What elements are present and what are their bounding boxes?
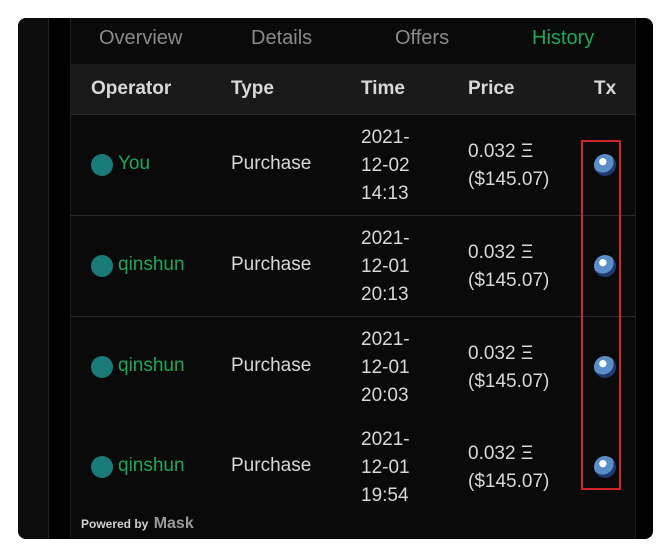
operator-link[interactable]: qinshun bbox=[118, 355, 185, 377]
price-usd: ($145.07) bbox=[468, 270, 550, 291]
event-time: 2021- 12-01 20:13 bbox=[361, 225, 441, 309]
avatar bbox=[91, 255, 113, 277]
price-usd: ($145.07) bbox=[468, 371, 550, 392]
price-eth: 0.032 Ξ bbox=[468, 242, 534, 263]
price-usd: ($145.07) bbox=[468, 471, 550, 492]
time-clock: 20:03 bbox=[361, 385, 409, 406]
tab-offers[interactable]: Offers bbox=[395, 27, 449, 50]
nft-history-panel: Overview Details Offers History Operator… bbox=[70, 18, 636, 539]
price-eth: 0.032 Ξ bbox=[468, 141, 534, 162]
event-time: 2021- 12-01 19:54 bbox=[361, 426, 441, 510]
time-date-year: 2021- bbox=[361, 127, 410, 148]
avatar bbox=[91, 456, 113, 478]
left-rail bbox=[18, 18, 48, 539]
time-date-year: 2021- bbox=[361, 329, 410, 350]
column-header-operator: Operator bbox=[91, 78, 172, 99]
column-header-time: Time bbox=[361, 78, 406, 99]
time-date-month-day: 12-01 bbox=[361, 457, 410, 478]
column-header-price: Price bbox=[468, 78, 515, 99]
time-date-month-day: 12-02 bbox=[361, 155, 410, 176]
price-eth: 0.032 Ξ bbox=[468, 443, 534, 464]
event-type: Purchase bbox=[231, 455, 312, 476]
time-date-month-day: 12-01 bbox=[361, 357, 410, 378]
operator-link[interactable]: qinshun bbox=[118, 455, 185, 477]
time-clock: 14:13 bbox=[361, 183, 409, 204]
price-eth: 0.032 Ξ bbox=[468, 343, 534, 364]
event-price: 0.032 Ξ ($145.07) bbox=[468, 239, 588, 295]
powered-by-label: Powered by bbox=[81, 517, 149, 531]
column-header-type: Type bbox=[231, 78, 274, 99]
avatar bbox=[91, 154, 113, 176]
event-price: 0.032 Ξ ($145.07) bbox=[468, 138, 588, 194]
tx-column-highlight bbox=[581, 140, 621, 490]
event-type: Purchase bbox=[231, 153, 312, 174]
footer: Powered by Mask bbox=[71, 502, 635, 539]
mask-logo: Mask bbox=[153, 515, 194, 532]
time-date-year: 2021- bbox=[361, 429, 410, 450]
tab-bar: Overview Details Offers History bbox=[71, 18, 635, 64]
app-window: Overview Details Offers History Operator… bbox=[18, 18, 653, 539]
operator-link[interactable]: qinshun bbox=[118, 254, 185, 276]
event-time: 2021- 12-01 20:03 bbox=[361, 326, 441, 410]
column-header-tx: Tx bbox=[594, 78, 617, 99]
tab-overview[interactable]: Overview bbox=[99, 27, 182, 50]
table-row: qinshun Purchase 2021- 12-01 20:03 0.032… bbox=[71, 317, 635, 418]
table-row: qinshun Purchase 2021- 12-01 20:13 0.032… bbox=[71, 216, 635, 317]
table-row: You Purchase 2021- 12-02 14:13 0.032 Ξ (… bbox=[71, 115, 635, 216]
price-usd: ($145.07) bbox=[468, 169, 550, 190]
time-clock: 20:13 bbox=[361, 284, 409, 305]
tab-history[interactable]: History bbox=[532, 27, 594, 50]
powered-by: Powered by Mask bbox=[81, 515, 194, 533]
divider bbox=[48, 18, 49, 539]
event-time: 2021- 12-02 14:13 bbox=[361, 124, 441, 208]
avatar bbox=[91, 356, 113, 378]
event-type: Purchase bbox=[231, 355, 312, 376]
tab-details[interactable]: Details bbox=[251, 27, 312, 50]
table-header: Operator Type Time Price Tx bbox=[71, 64, 635, 115]
time-date-month-day: 12-01 bbox=[361, 256, 410, 277]
event-price: 0.032 Ξ ($145.07) bbox=[468, 440, 588, 496]
operator-link[interactable]: You bbox=[118, 153, 150, 175]
event-type: Purchase bbox=[231, 254, 312, 275]
time-date-year: 2021- bbox=[361, 228, 410, 249]
event-price: 0.032 Ξ ($145.07) bbox=[468, 340, 588, 396]
